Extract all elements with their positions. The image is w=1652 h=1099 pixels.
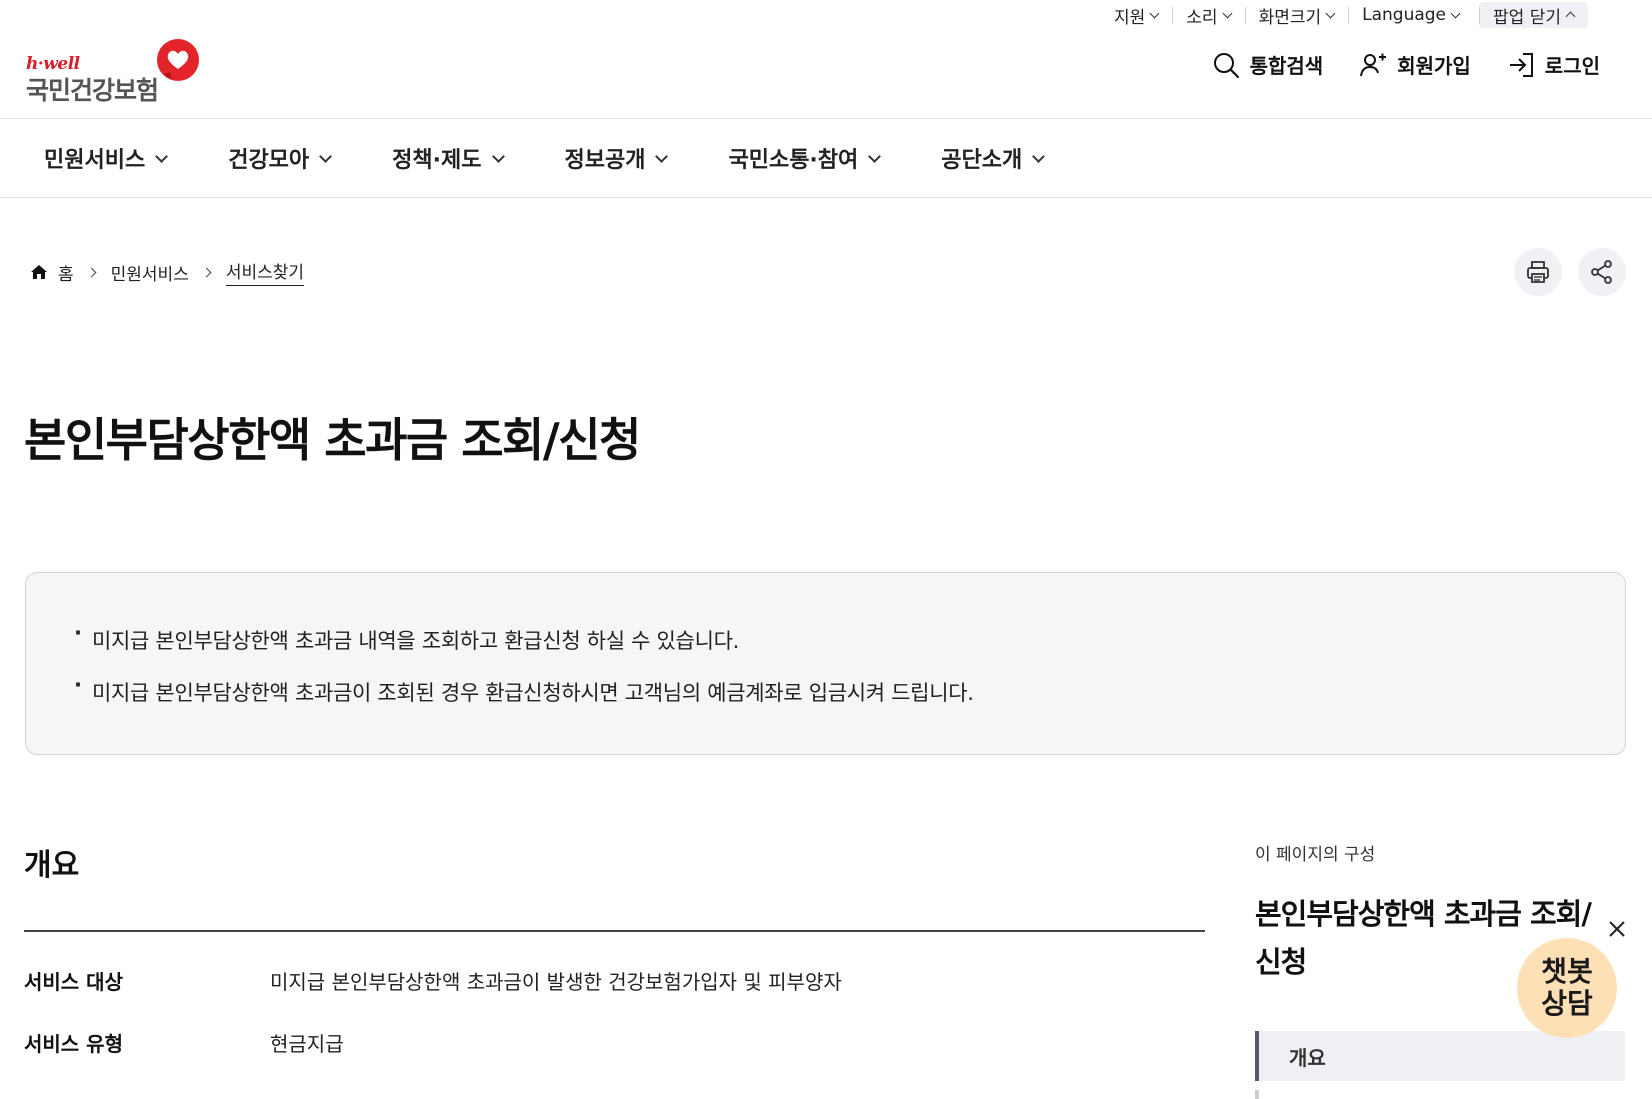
logo-brand-kr: 국민건강보험	[26, 76, 159, 105]
row-key: 서비스 대상	[24, 970, 123, 994]
gnb-label: 정책·제도	[392, 148, 482, 173]
screen-size-menu[interactable]: 화면크기	[1244, 2, 1349, 28]
main-navigation: 민원서비스 건강모아 정책·제도 정보공개 국민소통·참여 공단소개	[0, 118, 1652, 198]
chevron-up-icon	[1565, 11, 1576, 22]
chevron-right-icon	[201, 267, 212, 277]
print-button[interactable]	[1514, 248, 1562, 296]
gnb-item-disclosure[interactable]: 정보공개	[564, 142, 669, 174]
chevron-down-icon	[155, 149, 169, 163]
chevron-down-icon	[655, 149, 669, 163]
gnb-item-policy[interactable]: 정책·제도	[392, 142, 505, 174]
row-key: 서비스 유형	[24, 1032, 123, 1056]
chevron-down-icon	[491, 149, 505, 163]
popup-close-button[interactable]: 팝업 닫기	[1479, 2, 1588, 28]
gnb-item-health-moa[interactable]: 건강모아	[228, 142, 333, 174]
toc-item-label: 개요	[1289, 1045, 1326, 1070]
popup-close-label: 팝업 닫기	[1493, 7, 1561, 28]
language-menu[interactable]: Language	[1348, 2, 1473, 28]
login-label: 로그인	[1544, 54, 1600, 78]
site-logo[interactable]: h·well 국민건강보험	[26, 38, 206, 105]
info-item: 미지급 본인부담상한액 초과금 내역을 조회하고 환급신청 하실 수 있습니다.	[72, 621, 1579, 655]
support-menu[interactable]: 지원	[1100, 2, 1172, 28]
toc-item-overview[interactable]: 개요	[1255, 1031, 1625, 1081]
chatbot-label-line1: 챗봇	[1541, 955, 1593, 988]
gnb-label: 공단소개	[941, 148, 1023, 173]
close-icon[interactable]	[1606, 918, 1628, 940]
printer-icon	[1527, 261, 1549, 283]
login-button[interactable]: 로그인	[1507, 50, 1600, 79]
integrated-search-button[interactable]: 통합검색	[1212, 50, 1324, 79]
chevron-down-icon	[1450, 8, 1461, 18]
breadcrumb-civil-service[interactable]: 민원서비스	[111, 260, 189, 285]
add-user-icon	[1360, 53, 1387, 76]
share-button[interactable]	[1578, 248, 1626, 296]
overview-row: 서비스 대상 미지급 본인부담상한액 초과금이 발생한 건강보험가입자 및 피부…	[24, 966, 1205, 995]
row-value: 현금지급	[270, 1032, 344, 1056]
gnb-item-about[interactable]: 공단소개	[941, 142, 1046, 174]
breadcrumb-home[interactable]: 홈	[58, 260, 74, 285]
search-label: 통합검색	[1249, 54, 1324, 78]
breadcrumb-current[interactable]: 서비스찾기	[225, 258, 305, 286]
gnb-label: 정보공개	[564, 148, 646, 173]
chatbot-button[interactable]: 챗봇 상담	[1517, 938, 1617, 1038]
info-item: 미지급 본인부담상한액 초과금이 조회된 경우 환급신청하시면 고객님의 예금계…	[72, 673, 1579, 707]
gnb-item-civil-service[interactable]: 민원서비스	[44, 142, 169, 174]
sound-label: 소리	[1186, 7, 1218, 28]
gnb-label: 건강모아	[228, 148, 310, 173]
support-label: 지원	[1114, 7, 1146, 28]
chevron-down-icon	[319, 149, 333, 163]
page-title: 본인부담상한액 초과금 조회/신청	[24, 413, 641, 467]
sound-menu[interactable]: 소리	[1172, 2, 1244, 28]
chevron-down-icon	[1222, 8, 1233, 18]
screen-size-label: 화면크기	[1258, 7, 1322, 28]
gnb-item-communication[interactable]: 국민소통·참여	[728, 142, 882, 174]
page-tools	[1514, 248, 1626, 296]
share-icon	[1591, 260, 1612, 284]
chevron-down-icon	[1325, 8, 1336, 18]
utility-bar: 지원 소리 화면크기 Language 팝업 닫기	[1100, 0, 1588, 30]
overview-row: 서비스 유형 현금지급	[24, 1028, 1205, 1057]
home-icon[interactable]	[30, 263, 48, 281]
row-value: 미지급 본인부담상한액 초과금이 발생한 건강보험가입자 및 피부양자	[270, 970, 842, 994]
chevron-down-icon	[1032, 149, 1046, 163]
info-box: 미지급 본인부담상한액 초과금 내역을 조회하고 환급신청 하실 수 있습니다.…	[25, 572, 1626, 755]
language-label: Language	[1362, 5, 1447, 25]
toc-caption: 이 페이지의 구성	[1255, 845, 1376, 865]
overview-title: 개요	[24, 848, 80, 883]
chevron-right-icon	[86, 267, 97, 277]
breadcrumb: 홈 민원서비스 서비스찾기	[30, 258, 305, 286]
login-icon	[1509, 52, 1533, 77]
chatbot-label-line2: 상담	[1541, 987, 1593, 1020]
chevron-down-icon	[1149, 8, 1160, 18]
heart-logo-icon	[157, 39, 199, 81]
signup-label: 회원가입	[1397, 54, 1471, 78]
signup-button[interactable]: 회원가입	[1359, 50, 1471, 79]
gnb-label: 민원서비스	[44, 148, 146, 173]
chevron-down-icon	[868, 149, 882, 163]
header-actions: 통합검색 회원가입 로그인	[1212, 50, 1600, 79]
gnb-label: 국민소통·참여	[728, 148, 859, 173]
toc-track	[1255, 1090, 1259, 1099]
section-divider	[24, 930, 1205, 932]
search-icon	[1213, 52, 1239, 78]
